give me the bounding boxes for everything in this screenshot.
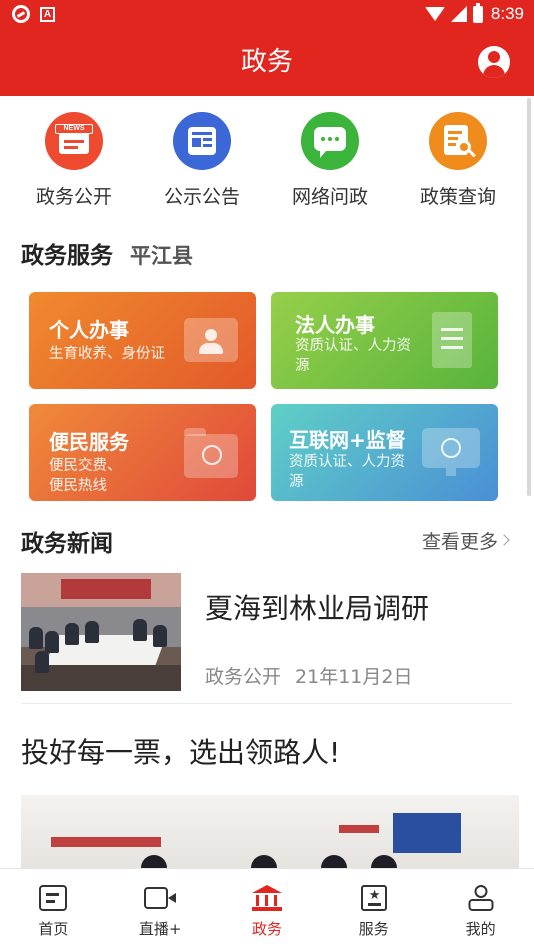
quick-link-label: 网络问政 <box>291 186 368 208</box>
card-subtitle: 生育收养、身份证 <box>49 346 165 362</box>
service-card-personal[interactable]: 个人办事 生育收养、身份证 <box>29 292 256 389</box>
nav-tab-home[interactable]: 首页 <box>0 869 107 950</box>
quick-link-notices[interactable]: 公示公告 <box>138 112 266 212</box>
divider <box>21 703 512 704</box>
quick-link-label: 公示公告 <box>163 186 240 208</box>
nav-label: 服务 <box>358 920 389 938</box>
county-selector[interactable]: 平江县 <box>130 240 193 270</box>
nav-label: 直播+ <box>138 920 182 938</box>
quick-link-label: 政务公开 <box>35 186 112 208</box>
quick-link-gov-affairs[interactable]: NEWS 政务公开 <box>10 112 138 212</box>
card-subtitle: 便民交费、便民热线 <box>49 458 122 494</box>
feature-headline[interactable]: 投好每一票，选出领路人! <box>21 731 340 771</box>
card-subtitle: 资质认证、人力资源 <box>289 454 405 490</box>
news-thumbnail <box>21 573 181 691</box>
card-title: 便民服务 <box>49 430 129 454</box>
status-time: 8:39 <box>490 4 524 23</box>
card-title: 法人办事 <box>295 313 375 337</box>
card-title: 互联网+监督 <box>289 428 406 452</box>
feature-photo[interactable] <box>21 795 519 875</box>
quick-link-online-inquiry[interactable]: 网络问政 <box>266 112 394 212</box>
page-title: 政务 <box>240 47 293 77</box>
quick-link-label: 政策查询 <box>419 186 496 208</box>
policy-search-icon <box>429 112 487 170</box>
service-card-legal-entity[interactable]: 法人办事 资质认证、人力资源 <box>271 292 498 389</box>
nav-tab-services[interactable]: ★ 服务 <box>320 869 427 950</box>
chevron-right-icon <box>498 534 510 546</box>
quick-links: NEWS 政务公开 公示公告 网络问政 政策查询 <box>10 112 522 212</box>
view-more-link[interactable]: 查看更多 <box>421 527 510 554</box>
folder-compass-icon <box>184 428 238 478</box>
news-list-item[interactable]: 夏海到林业局调研 政务公开 21年11月2日 <box>0 570 534 704</box>
news-title: 夏海到林业局调研 <box>205 592 430 625</box>
news-icon: NEWS <box>45 112 103 170</box>
quick-link-policy-search[interactable]: 政策查询 <box>394 112 522 212</box>
news-date: 21年11月2日 <box>295 666 413 688</box>
news-meta: 政务公开 21年11月2日 <box>205 662 412 689</box>
nav-label: 我的 <box>465 920 496 938</box>
service-card-convenience[interactable]: 便民服务 便民交费、便民热线 <box>29 404 256 501</box>
person-id-icon <box>184 318 238 362</box>
chat-icon <box>301 112 359 170</box>
card-subtitle: 资质认证、人力资源 <box>295 338 411 374</box>
bottom-navigation: 首页 直播+ 政务 ★ 服务 我的 <box>0 868 534 950</box>
scrollbar[interactable] <box>527 98 531 496</box>
services-section-title: 政务服务 <box>21 243 113 269</box>
signal-icon <box>450 6 467 22</box>
nav-label: 首页 <box>38 920 69 938</box>
news-category: 政务公开 <box>205 666 282 688</box>
view-more-label: 查看更多 <box>421 531 498 553</box>
app-a-icon: A <box>40 6 55 22</box>
nav-tab-profile[interactable]: 我的 <box>427 869 534 950</box>
service-card-internet-supervision[interactable]: 互联网+监督 资质认证、人力资源 <box>271 404 498 501</box>
status-bar: A 8:39 <box>0 0 534 30</box>
service-star-icon: ★ <box>360 885 387 911</box>
nav-label: 政务 <box>251 920 282 938</box>
app-notification-icon <box>12 5 30 23</box>
card-title: 个人办事 <box>49 318 129 342</box>
wifi-icon <box>424 7 445 21</box>
profile-icon <box>466 885 495 911</box>
notice-icon <box>173 112 231 170</box>
document-icon <box>432 312 472 368</box>
monitor-eye-icon <box>422 428 480 476</box>
battery-charging-icon <box>472 2 483 23</box>
app-header: 政务 <box>0 30 534 96</box>
nav-tab-live[interactable]: 直播+ <box>107 869 214 950</box>
video-camera-icon <box>144 885 177 911</box>
government-building-icon <box>251 885 282 911</box>
nav-tab-gov-affairs[interactable]: 政务 <box>214 869 321 950</box>
home-icon <box>39 885 68 911</box>
user-icon[interactable] <box>478 46 510 78</box>
news-section-title: 政务新闻 <box>21 531 113 557</box>
